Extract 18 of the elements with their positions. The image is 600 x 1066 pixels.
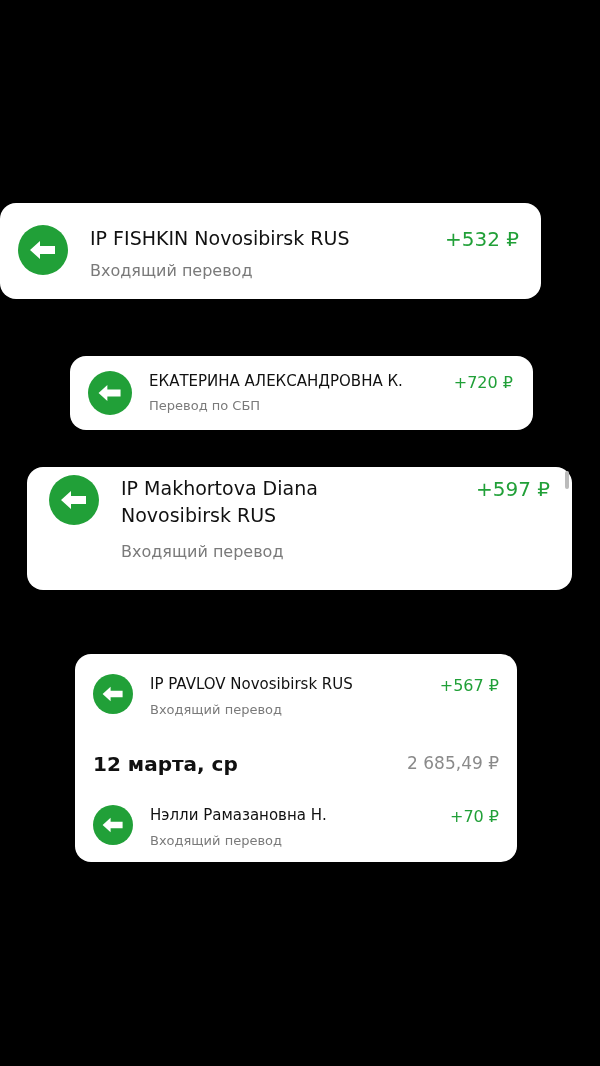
payer-name: IP PAVLOV Novosibirsk RUS	[150, 673, 353, 695]
scrollbar-thumb[interactable]	[565, 470, 569, 489]
transfer-type: Входящий перевод	[150, 700, 283, 719]
date-heading: 12 марта, ср	[93, 751, 238, 779]
payer-name: IP FISHKIN Novosibirsk RUS	[90, 226, 350, 251]
amount: +597 ₽	[476, 475, 550, 503]
transfer-type: Перевод по СБП	[149, 397, 262, 416]
payer-name: Нэлли Рамазановна Н.	[150, 805, 327, 827]
payer-name: IP Makhortova Diana Novosibirsk RUS	[121, 475, 319, 529]
amount: +567 ₽	[439, 674, 499, 697]
transfer-type: Входящий перевод	[150, 831, 283, 850]
transfer-type: Входящий перевод	[90, 259, 254, 282]
amount: +70 ₽	[449, 806, 499, 829]
payer-name: ЕКАТЕРИНА АЛЕКСАНДРОВНА К.	[149, 370, 403, 392]
day-total: 2 685,49 ₽	[407, 752, 499, 776]
transfer-type: Входящий перевод	[121, 540, 285, 563]
amount: +720 ₽	[453, 371, 513, 394]
amount: +532 ₽	[445, 226, 519, 253]
